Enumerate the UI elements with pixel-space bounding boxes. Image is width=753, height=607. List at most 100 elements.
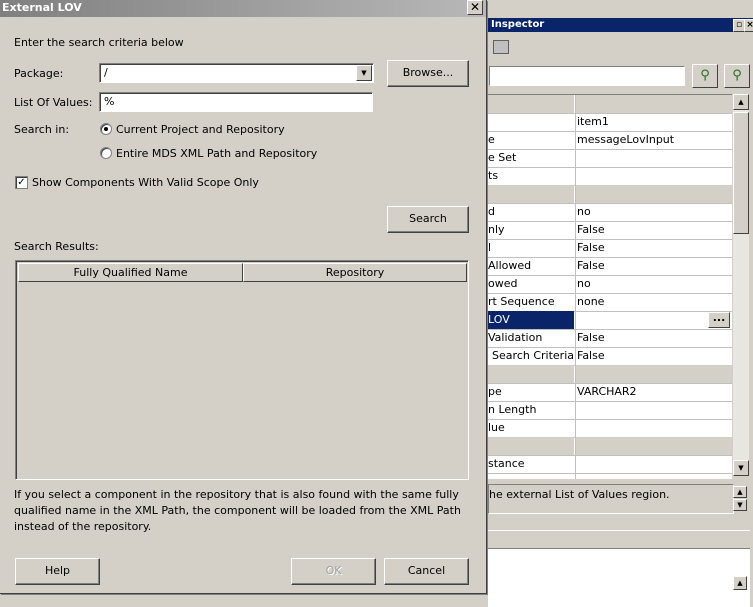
lower-panel-header <box>488 530 750 547</box>
valid-scope-label[interactable]: Show Components With Valid Scope Only <box>32 176 259 189</box>
property-row[interactable]: l False <box>488 239 732 258</box>
property-grid-scrollbar[interactable]: ▲ ▼ <box>733 94 749 476</box>
list-of-values-input[interactable]: % <box>99 92 373 112</box>
radio-current-project[interactable] <box>100 123 112 135</box>
search-results-label: Search Results: <box>14 240 99 253</box>
scroll-thumb[interactable] <box>733 112 749 234</box>
browse-button[interactable]: Browse... <box>387 60 469 87</box>
property-value[interactable]: False <box>575 257 732 275</box>
package-label: Package: <box>14 67 64 80</box>
property-value[interactable] <box>575 473 732 479</box>
column-header-repository[interactable]: Repository <box>243 263 467 282</box>
scroll-up-icon[interactable]: ▲ <box>733 94 749 110</box>
property-value[interactable]: messageLovInput <box>575 131 732 149</box>
property-name: nly <box>488 223 505 236</box>
property-name: rt Sequence <box>488 295 555 308</box>
scroll-down-icon[interactable]: ▼ <box>733 460 749 476</box>
property-name: ts <box>488 169 499 182</box>
property-row[interactable] <box>488 185 732 204</box>
property-value[interactable] <box>575 401 732 419</box>
inspector-close-icon[interactable]: × <box>744 19 753 32</box>
find-next-icon[interactable]: ⚲ <box>724 64 750 88</box>
package-combobox[interactable]: / ▼ <box>99 63 374 83</box>
property-value[interactable] <box>575 167 732 185</box>
property-row[interactable]: Validation False <box>488 329 732 348</box>
property-name <box>488 473 574 479</box>
property-row[interactable]: e messageLovInput <box>488 131 732 150</box>
ellipsis-button[interactable]: ... <box>708 312 730 328</box>
property-row[interactable]: e Set <box>488 149 732 168</box>
property-value[interactable]: no <box>575 203 732 221</box>
column-header-fqn[interactable]: Fully Qualified Name <box>18 263 243 282</box>
inspector-toolbar <box>487 34 753 62</box>
property-name: e <box>488 133 495 146</box>
property-row[interactable]: lue <box>488 419 732 438</box>
property-grid: item1 e messageLovInput e Set ts d no nly False l… <box>488 94 732 479</box>
property-name <box>488 365 574 383</box>
property-row[interactable]: d no <box>488 203 732 222</box>
property-row[interactable]: rt Sequence none <box>488 293 732 312</box>
property-name: owed <box>488 277 518 290</box>
property-row[interactable]: LOV... <box>488 311 732 330</box>
lower-scroll-up-icon[interactable]: ▲ <box>733 576 747 590</box>
property-row[interactable] <box>488 365 732 384</box>
ok-button[interactable]: OK <box>291 558 376 585</box>
radio-entire-mds-label[interactable]: Entire MDS XML Path and Repository <box>116 147 317 160</box>
property-value[interactable] <box>575 95 732 113</box>
property-row[interactable]: n Length <box>488 401 732 420</box>
property-value[interactable]: VARCHAR2 <box>575 383 732 401</box>
property-value[interactable] <box>575 455 732 473</box>
valid-scope-checkbox[interactable]: ✓ <box>15 176 28 189</box>
external-lov-dialog: External LOV ✕ Enter the search criteria… <box>0 0 487 594</box>
property-value[interactable] <box>575 419 732 437</box>
inspector-toolbar-icon[interactable] <box>493 40 509 54</box>
property-row[interactable]: owed no <box>488 275 732 294</box>
lower-panel <box>488 548 750 607</box>
cancel-button[interactable]: Cancel <box>384 558 469 585</box>
property-value[interactable]: none <box>575 293 732 311</box>
property-row[interactable]: nly False <box>488 221 732 240</box>
property-description-text: he external List of Values region. <box>489 488 670 501</box>
property-row[interactable] <box>488 95 732 114</box>
property-row[interactable] <box>488 437 732 456</box>
property-name <box>488 185 574 203</box>
radio-current-project-label[interactable]: Current Project and Repository <box>116 123 285 136</box>
search-button[interactable]: Search <box>387 206 469 233</box>
property-value[interactable]: False <box>575 329 732 347</box>
property-name <box>488 95 574 113</box>
chevron-down-icon[interactable]: ▼ <box>356 65 372 81</box>
property-row[interactable]: stance <box>488 455 732 474</box>
desc-scroll-down-icon[interactable]: ▼ <box>733 499 747 511</box>
property-value[interactable] <box>575 185 732 203</box>
radio-entire-mds[interactable] <box>100 147 112 159</box>
property-value[interactable] <box>575 437 732 455</box>
inspector-title: Inspector <box>491 19 545 30</box>
desc-scroll-up-icon[interactable]: ▲ <box>733 486 747 498</box>
search-in-label: Search in: <box>14 123 70 136</box>
property-row[interactable]: Allowed False <box>488 257 732 276</box>
property-value[interactable] <box>575 365 732 383</box>
property-row[interactable]: ts <box>488 167 732 186</box>
property-name: n Length <box>488 403 537 416</box>
dialog-title-bar[interactable]: External LOV <box>0 0 486 17</box>
find-icon[interactable]: ⚲ <box>692 64 718 88</box>
property-value[interactable]: item1 <box>575 113 732 131</box>
property-row[interactable] <box>488 473 732 479</box>
inspector-search-input[interactable] <box>489 66 685 86</box>
property-value[interactable]: False <box>575 239 732 257</box>
package-value: / <box>104 66 108 79</box>
property-row[interactable]: e Search Criteria False <box>488 347 732 366</box>
property-name <box>488 437 574 455</box>
help-button[interactable]: Help <box>15 558 100 585</box>
property-row[interactable]: item1 <box>488 113 732 132</box>
property-name <box>488 113 574 131</box>
search-results-table[interactable]: Fully Qualified Name Repository <box>15 260 469 480</box>
property-name: l <box>488 241 492 254</box>
property-value[interactable]: no <box>575 275 732 293</box>
property-value[interactable] <box>575 149 732 167</box>
inspector-title-bar: Inspector ▫ × <box>487 18 753 32</box>
property-value[interactable]: False <box>575 347 732 365</box>
property-row[interactable]: pe VARCHAR2 <box>488 383 732 402</box>
property-value[interactable]: False <box>575 221 732 239</box>
close-icon[interactable]: ✕ <box>467 0 483 15</box>
